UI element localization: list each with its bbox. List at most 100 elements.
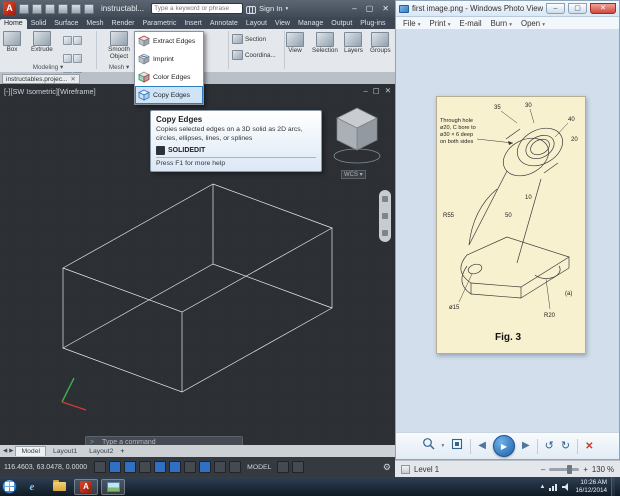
doc-tab-close-icon[interactable]: ✕ <box>70 75 75 83</box>
box-icon <box>3 31 21 46</box>
smooth-object-button[interactable]: Smooth Object <box>100 31 138 60</box>
svg-text:ø15: ø15 <box>449 305 460 311</box>
previous-image-icon[interactable]: ◀ <box>478 441 486 451</box>
zoom-percent[interactable]: 130 % <box>592 465 614 474</box>
rotate-clockwise-icon[interactable]: ↻ <box>561 440 570 452</box>
zoom-slider[interactable] <box>549 464 580 474</box>
new-file-icon[interactable] <box>19 3 29 14</box>
groups-button[interactable]: Groups <box>370 32 391 55</box>
tab-plugins[interactable]: Plug-ins <box>356 19 389 29</box>
taskbar-explorer-icon[interactable] <box>47 479 71 495</box>
tab-model[interactable]: Model <box>15 446 46 456</box>
search-input[interactable] <box>151 3 244 14</box>
layout-prev-icon[interactable]: ◀ <box>3 448 7 454</box>
rotate-counterclockwise-icon[interactable]: ↺ <box>545 440 554 452</box>
new-layout-icon[interactable]: + <box>120 448 124 455</box>
tab-manage[interactable]: Manage <box>294 19 327 29</box>
zoom-out-icon[interactable]: – <box>541 465 545 474</box>
menu-email[interactable]: E-mail <box>460 19 482 28</box>
play-slideshow-button[interactable]: ▶ <box>492 435 515 457</box>
layers-button[interactable]: Layers <box>344 32 363 55</box>
lwt-toggle-icon[interactable] <box>214 461 227 473</box>
restore-icon[interactable]: ▢ <box>363 1 377 16</box>
show-desktop-button[interactable] <box>611 477 615 496</box>
tab-annotate[interactable]: Annotate <box>206 19 242 29</box>
layout-next-icon[interactable]: ▶ <box>9 448 13 454</box>
minimize-icon[interactable]: – <box>349 1 359 16</box>
tab-view[interactable]: View <box>271 19 294 29</box>
pv-minimize-icon[interactable]: – <box>546 3 565 14</box>
tab-output[interactable]: Output <box>327 19 356 29</box>
autocad-logo-icon[interactable]: A <box>3 2 16 15</box>
zoom-in-icon[interactable]: + <box>583 465 588 474</box>
annotation-scale-icon[interactable] <box>292 461 305 473</box>
tab-mesh[interactable]: Mesh <box>82 19 107 29</box>
polar-toggle-icon[interactable] <box>154 461 167 473</box>
tab-layout1[interactable]: Layout1 <box>48 447 82 456</box>
extrude-button[interactable]: Extrude <box>31 31 53 54</box>
undo-icon[interactable] <box>71 3 81 14</box>
dyn-toggle-icon[interactable] <box>199 461 212 473</box>
redo-icon[interactable] <box>84 3 94 14</box>
next-image-icon[interactable]: ▶ <box>522 441 530 451</box>
grid-toggle-icon[interactable] <box>124 461 137 473</box>
zoom-magnifier-icon[interactable] <box>422 437 435 455</box>
photo-viewer-content: Through hole ø20, C bore to ø30 × 6 deep… <box>396 30 619 432</box>
volume-icon[interactable] <box>562 482 571 491</box>
workspace-gear-icon[interactable]: ⚙ <box>383 462 391 473</box>
tab-insert[interactable]: Insert <box>180 19 206 29</box>
menu-item-color-edges[interactable]: Color Edges <box>135 68 203 86</box>
zoom-caret-icon[interactable]: ▾ <box>442 443 445 449</box>
menu-burn[interactable]: Burn ▾ <box>491 19 512 28</box>
menu-open[interactable]: Open ▾ <box>521 19 545 28</box>
command-line[interactable]: >_ Type a command <box>85 436 243 445</box>
quickview-icon[interactable] <box>277 461 290 473</box>
start-button[interactable] <box>2 479 17 494</box>
tab-layout[interactable]: Layout <box>242 19 271 29</box>
selection-button[interactable]: Selection <box>312 32 338 55</box>
taskbar-photo-viewer-icon[interactable] <box>101 478 125 495</box>
menu-item-imprint[interactable]: Imprint <box>135 50 203 68</box>
close-icon[interactable]: ✕ <box>379 1 392 16</box>
snap-toggle-icon[interactable] <box>109 461 122 473</box>
osnap-toggle-icon[interactable] <box>169 461 182 473</box>
model-space-label[interactable]: MODEL <box>247 464 271 471</box>
level-icon[interactable] <box>401 464 410 474</box>
menu-item-copy-edges[interactable]: Copy Edges <box>135 86 203 104</box>
taskbar-clock[interactable]: 10:26 AM 16/12/2014 <box>575 479 607 494</box>
network-icon[interactable] <box>549 483 558 491</box>
signin-label[interactable]: Sign In <box>259 4 282 13</box>
menu-file[interactable]: File ▾ <box>403 19 421 28</box>
tray-expand-icon[interactable]: ▲ <box>540 484 546 490</box>
document-tab[interactable]: instructables.projec... ✕ <box>2 74 80 84</box>
taskbar-autocad-icon[interactable]: A <box>74 478 98 495</box>
tab-home[interactable]: Home <box>0 19 27 29</box>
actual-size-icon[interactable] <box>451 437 463 455</box>
infer-toggle-icon[interactable] <box>94 461 107 473</box>
tpy-toggle-icon[interactable] <box>229 461 242 473</box>
tab-parametric[interactable]: Parametric <box>138 19 180 29</box>
menu-print[interactable]: Print ▾ <box>430 19 451 28</box>
ortho-toggle-icon[interactable] <box>139 461 152 473</box>
pv-close-icon[interactable]: ✕ <box>590 3 616 14</box>
coordinates-button[interactable]: Coordina... <box>232 50 276 60</box>
taskbar-ie-icon[interactable]: e <box>20 479 44 495</box>
save-icon[interactable] <box>45 3 55 14</box>
open-file-icon[interactable] <box>32 3 42 14</box>
section-plane-icon <box>232 34 243 44</box>
menu-item-extract-edges[interactable]: Extract Edges <box>135 32 203 50</box>
print-icon[interactable] <box>58 3 68 14</box>
tab-layout2[interactable]: Layout2 <box>84 447 118 456</box>
delete-icon[interactable]: ✕ <box>585 441 593 452</box>
pv-maximize-icon[interactable]: ▢ <box>568 3 587 14</box>
box-button[interactable]: Box <box>3 31 21 54</box>
tab-surface[interactable]: Surface <box>50 19 82 29</box>
tab-render[interactable]: Render <box>108 19 139 29</box>
copy-edges-icon <box>138 89 150 101</box>
view-button[interactable]: View <box>286 32 304 55</box>
panel-label-modeling[interactable]: Modeling ▾ <box>0 64 96 71</box>
search-binoculars-icon[interactable] <box>246 5 257 14</box>
otrack-toggle-icon[interactable] <box>184 461 197 473</box>
section-plane-button[interactable]: Section <box>232 34 266 44</box>
tab-solid[interactable]: Solid <box>27 19 51 29</box>
